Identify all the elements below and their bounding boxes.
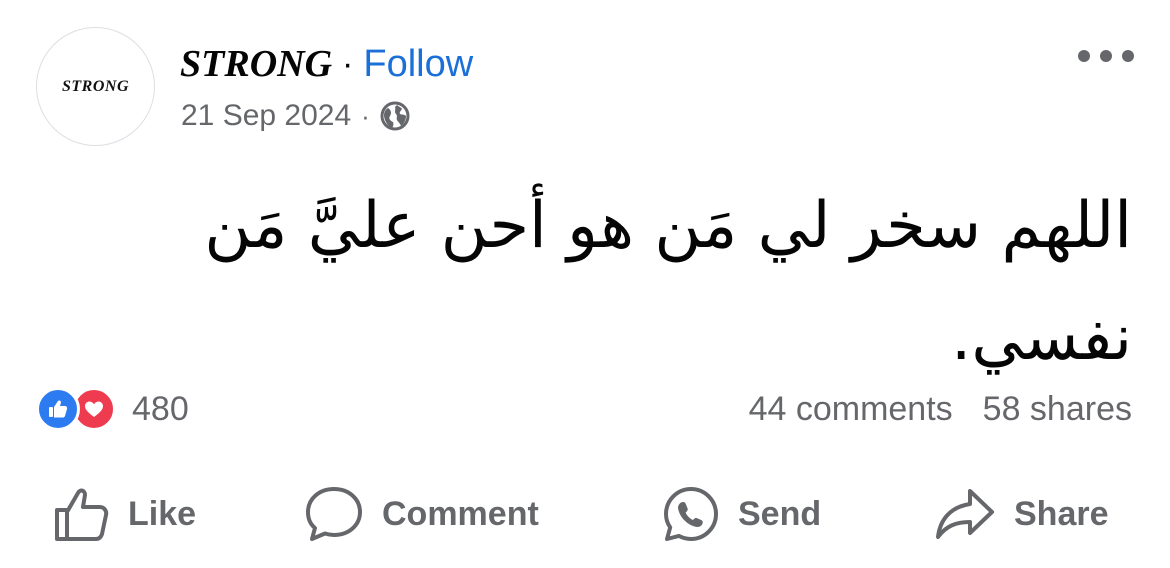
more-options-icon[interactable] — [1078, 44, 1134, 68]
whatsapp-icon — [662, 485, 720, 543]
engagement-stats: 44 comments 58 shares — [749, 386, 1132, 432]
share-arrow-icon — [934, 485, 996, 543]
comment-button[interactable]: Comment — [304, 482, 539, 546]
post-text: اللهم سخر لي مَن هو أحن عليَّ مَن نفسي. — [204, 189, 1132, 375]
shares-count-link[interactable]: 58 shares — [983, 390, 1132, 429]
like-reaction-icon — [36, 387, 80, 431]
send-button[interactable]: Send — [662, 482, 821, 546]
follow-button[interactable]: Follow — [363, 43, 473, 86]
more-dot — [1100, 50, 1112, 62]
page-name-link[interactable]: STRONG — [180, 42, 332, 86]
facebook-post: STRONG STRONG · Follow 21 Sep 2024 · الل… — [0, 0, 1170, 568]
action-bar: Like Comment Send Share — [0, 482, 1170, 546]
post-meta: 21 Sep 2024 · — [181, 96, 410, 136]
comments-count-link[interactable]: 44 comments — [749, 390, 953, 429]
meta-separator: · — [361, 100, 370, 131]
post-header: STRONG · Follow — [180, 36, 473, 92]
globe-icon[interactable] — [380, 101, 410, 131]
reaction-count: 480 — [132, 389, 189, 428]
like-label: Like — [128, 494, 197, 533]
share-label: Share — [1014, 494, 1109, 533]
post-date[interactable]: 21 Sep 2024 — [181, 99, 351, 133]
header-separator: · — [342, 44, 354, 83]
share-button[interactable]: Share — [934, 482, 1109, 546]
avatar-logo-text: STRONG — [61, 77, 129, 95]
comment-bubble-icon — [304, 484, 364, 544]
more-dot — [1122, 50, 1134, 62]
like-button[interactable]: Like — [52, 482, 196, 546]
page-avatar[interactable]: STRONG — [36, 27, 155, 146]
send-label: Send — [738, 494, 822, 533]
thumbs-up-icon — [52, 485, 110, 543]
reactions-summary[interactable]: 480 — [36, 386, 189, 432]
more-dot — [1078, 50, 1090, 62]
comment-label: Comment — [382, 494, 539, 533]
